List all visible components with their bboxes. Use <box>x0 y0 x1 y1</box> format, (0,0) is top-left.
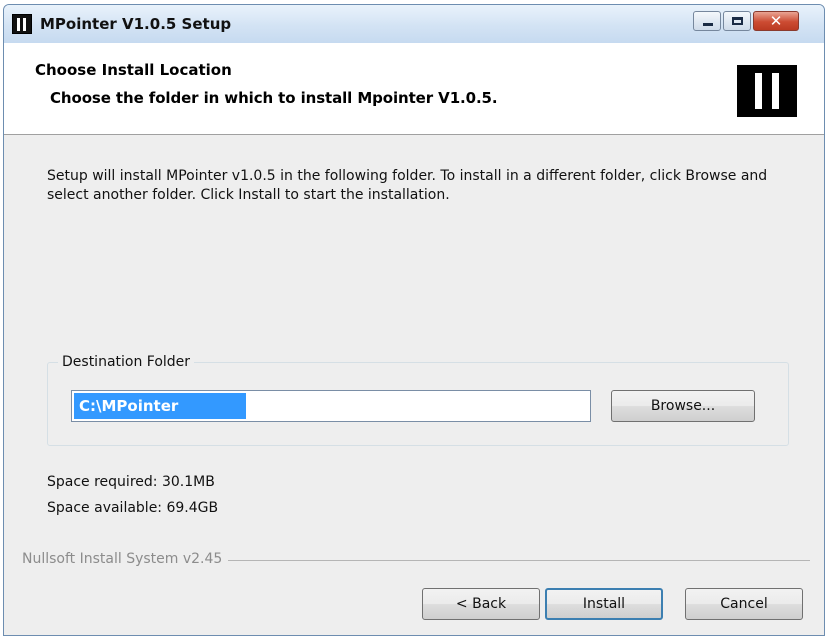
destination-path-value: C:\MPointer <box>79 397 179 415</box>
minimize-button[interactable] <box>693 11 721 31</box>
minimize-icon <box>703 23 713 26</box>
back-button[interactable]: < Back <box>422 588 540 620</box>
destination-path-input[interactable]: C:\MPointer <box>71 390 591 422</box>
close-icon: ✕ <box>769 12 783 30</box>
app-logo-icon <box>12 14 32 34</box>
browse-button[interactable]: Browse... <box>611 390 755 422</box>
maximize-button[interactable] <box>723 11 751 31</box>
title-bar[interactable]: MPointer V1.0.5 Setup ✕ <box>4 5 824 43</box>
page-subtitle: Choose the folder in which to install Mp… <box>50 89 498 107</box>
setup-window: MPointer V1.0.5 Setup ✕ Choose Install L… <box>3 4 825 636</box>
destination-folder-label: Destination Folder <box>58 354 195 370</box>
installer-branding: Nullsoft Install System v2.45 <box>22 551 229 567</box>
space-available: Space available: 69.4GB <box>47 500 219 516</box>
close-button[interactable]: ✕ <box>753 11 799 31</box>
page-title: Choose Install Location <box>35 61 232 79</box>
installer-logo-icon <box>737 65 797 117</box>
maximize-icon <box>732 17 743 25</box>
content-panel: Setup will install MPointer v1.0.5 in th… <box>4 135 824 635</box>
space-required: Space required: 30.1MB <box>47 474 215 490</box>
cancel-button[interactable]: Cancel <box>685 588 803 620</box>
install-description: Setup will install MPointer v1.0.5 in th… <box>47 168 768 203</box>
install-button[interactable]: Install <box>545 588 663 620</box>
window-title: MPointer V1.0.5 Setup <box>40 15 232 33</box>
page-header: Choose Install Location Choose the folde… <box>4 43 824 135</box>
